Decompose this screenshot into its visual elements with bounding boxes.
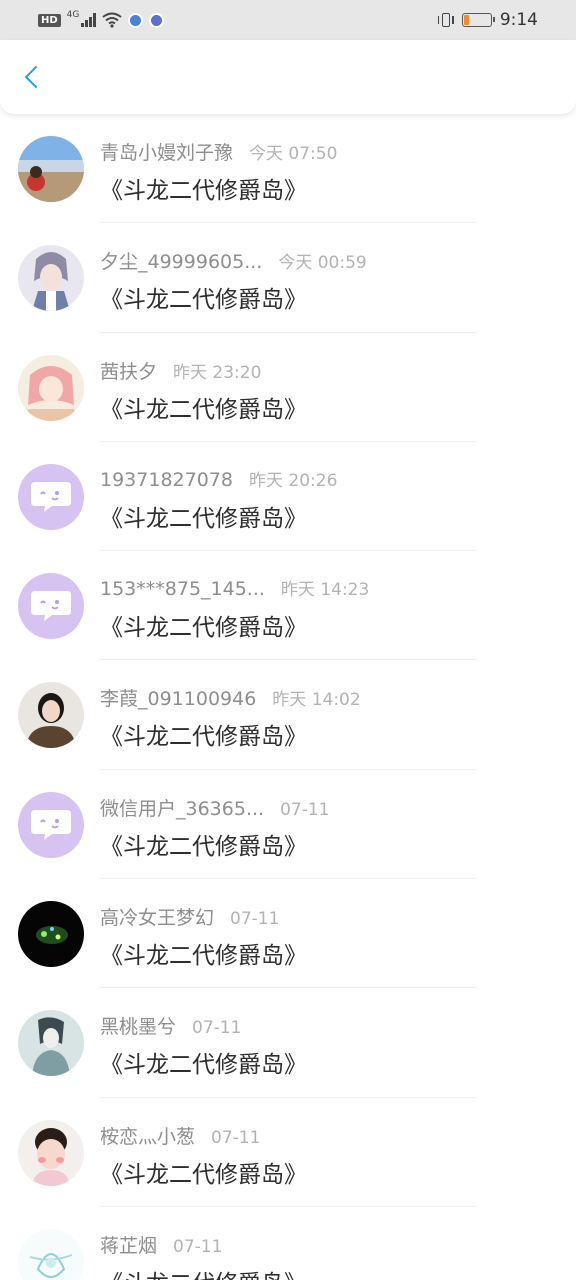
avatar[interactable]	[18, 573, 84, 640]
name-line: 19371827078 昨天 20:26	[100, 466, 337, 491]
message-text: 《斗龙二代修爵岛》	[100, 287, 307, 314]
name-line: 李葭_091100946 昨天 14:02	[100, 684, 361, 711]
avatar[interactable]	[18, 1119, 84, 1186]
avatar[interactable]	[18, 463, 84, 530]
list-item[interactable]: 微信用户_36365... 07-11 《斗龙二代修爵岛》	[0, 770, 576, 880]
wifi-icon	[102, 12, 122, 28]
user-name: 李葭_091100946	[100, 688, 257, 711]
user-name: 微信用户_36365...	[100, 797, 265, 820]
avatar[interactable]	[18, 791, 84, 858]
user-name: 桉恋灬小葱	[100, 1125, 196, 1148]
message-text: 《斗龙二代修爵岛》	[100, 505, 307, 532]
list-item[interactable]: 茜扶夕 昨天 23:20 《斗龙二代修爵岛》	[0, 333, 576, 442]
battery-level	[463, 15, 469, 25]
avatar[interactable]	[18, 682, 84, 749]
message-text: 《斗龙二代修爵岛》	[100, 833, 307, 860]
name-line: 蒋芷烟 07-11	[100, 1231, 222, 1258]
avatar[interactable]	[18, 354, 84, 421]
message-text: 《斗龙二代修爵岛》	[100, 943, 307, 970]
top-bar	[0, 40, 576, 114]
list-item[interactable]: 桉恋灬小葱 07-11 《斗龙二代修爵岛》	[0, 1098, 576, 1207]
status-bar: HD 4G 9:14	[0, 0, 576, 40]
message-text: 《斗龙二代修爵岛》	[100, 396, 307, 423]
message-text: 《斗龙二代修爵岛》	[100, 724, 307, 751]
back-button[interactable]	[18, 62, 48, 92]
timestamp: 今天 07:50	[249, 144, 338, 164]
avatar[interactable]	[18, 1228, 84, 1280]
app-notification-icon	[128, 12, 144, 28]
list-item[interactable]: 青岛小嫚刘子豫 今天 07:50 《斗龙二代修爵岛》	[0, 114, 576, 224]
timestamp: 07-11	[280, 799, 330, 820]
message-text: 《斗龙二代修爵岛》	[100, 178, 307, 204]
timestamp: 昨天 20:26	[248, 470, 338, 491]
list-item[interactable]: 夕尘_49999605... 今天 00:59 《斗龙二代修爵岛》	[0, 223, 576, 333]
user-name: 蒋芷烟	[100, 1234, 158, 1257]
name-line: 微信用户_36365... 07-11	[100, 794, 329, 821]
user-name: 青岛小嫚刘子豫	[100, 142, 234, 164]
hd-badge: HD	[38, 13, 61, 27]
avatar[interactable]	[18, 245, 84, 312]
user-name: 黑桃墨兮	[100, 1016, 177, 1039]
name-line: 153***875_145... 昨天 14:23	[100, 575, 369, 600]
avatar[interactable]	[18, 901, 84, 968]
status-time: 9:14	[499, 10, 538, 30]
name-line: 茜扶夕 昨天 23:20	[100, 357, 261, 384]
name-line: 黑桃墨兮 07-11	[100, 1012, 241, 1039]
name-line: 高冷女王梦幻 07-11	[100, 903, 279, 930]
timestamp: 07-11	[230, 909, 280, 930]
message-text: 《斗龙二代修爵岛》	[100, 615, 307, 642]
user-name: 19371827078	[100, 468, 233, 491]
timestamp: 07-11	[192, 1018, 242, 1039]
timestamp: 07-11	[173, 1236, 223, 1257]
message-text: 《斗龙二代修爵岛》	[100, 1161, 307, 1188]
user-name: 153***875_145...	[100, 578, 265, 601]
avatar[interactable]	[18, 136, 84, 202]
avatar[interactable]	[18, 1010, 84, 1077]
vibrate-icon	[437, 12, 454, 28]
user-name: 夕尘_49999605...	[100, 251, 263, 274]
network-type-label: 4G	[66, 10, 80, 20]
chevron-left-icon	[24, 65, 48, 89]
timestamp: 今天 00:59	[278, 253, 367, 274]
list-item[interactable]: 李葭_091100946 昨天 14:02 《斗龙二代修爵岛》	[0, 660, 576, 770]
list-item[interactable]: 19371827078 昨天 20:26 《斗龙二代修爵岛》	[0, 442, 576, 552]
user-list: 青岛小嫚刘子豫 今天 07:50 《斗龙二代修爵岛》 夕尘_49999605... 今天…	[0, 114, 576, 1280]
user-name: 高冷女王梦幻	[100, 907, 215, 930]
list-item[interactable]: 蒋芷烟 07-11 《斗龙二代修爵岛》	[0, 1207, 576, 1280]
timestamp: 昨天 23:20	[173, 362, 262, 383]
list-item[interactable]: 黑桃墨兮 07-11 《斗龙二代修爵岛》	[0, 988, 576, 1098]
signal-icon	[81, 13, 97, 27]
list-item[interactable]: 高冷女王梦幻 07-11 《斗龙二代修爵岛》	[0, 879, 576, 989]
timestamp: 昨天 14:23	[280, 580, 370, 601]
music-notification-icon	[149, 12, 165, 28]
name-line: 夕尘_49999605... 今天 00:59	[100, 247, 367, 274]
battery-icon	[461, 13, 495, 27]
name-line: 青岛小嫚刘子豫 今天 07:50	[100, 138, 337, 165]
message-text: 《斗龙二代修爵岛》	[100, 1052, 307, 1079]
user-name: 茜扶夕	[100, 360, 158, 383]
name-line: 桉恋灬小葱 07-11	[100, 1122, 260, 1149]
list-item[interactable]: 153***875_145... 昨天 14:23 《斗龙二代修爵岛》	[0, 551, 576, 661]
message-text: 《斗龙二代修爵岛》	[100, 1264, 307, 1280]
timestamp: 昨天 14:02	[272, 690, 361, 711]
timestamp: 07-11	[211, 1127, 261, 1148]
